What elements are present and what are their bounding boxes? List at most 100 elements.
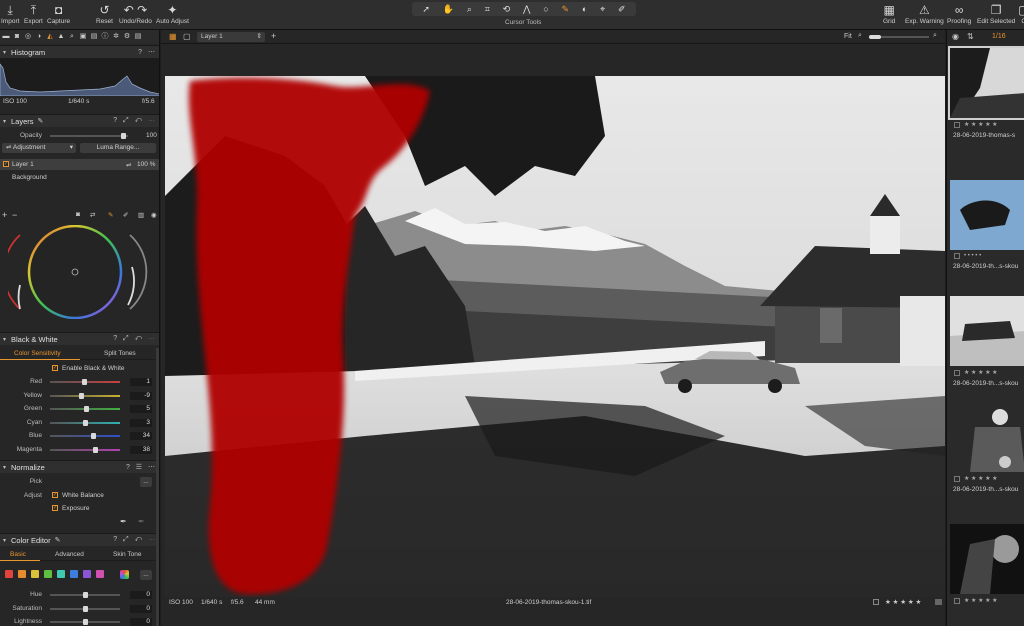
capture-tab-icon[interactable]: ◙ [13, 33, 21, 41]
gradient-icon[interactable]: ▥ [138, 211, 144, 219]
thumbnail-image[interactable] [950, 180, 1024, 250]
bw-slider-value[interactable]: 5 [130, 405, 152, 413]
ce-slider-knob[interactable] [83, 605, 88, 612]
color-tag[interactable] [935, 599, 942, 605]
custom-tab-icon[interactable]: ▤ [134, 33, 142, 41]
apply-icon[interactable]: ✒ [138, 517, 145, 526]
pick-button[interactable]: ... [140, 477, 152, 487]
ce-slider-knob[interactable] [83, 619, 88, 625]
grid-button[interactable]: ▦ Grid [883, 2, 895, 26]
spot-tool-icon[interactable]: ○ [543, 4, 548, 14]
bw-slider-knob[interactable] [84, 406, 90, 412]
color-swatch-2[interactable] [31, 570, 39, 578]
lens-tab-icon[interactable]: ◎ [24, 33, 32, 41]
color-swatch-0[interactable] [5, 570, 13, 578]
picker-tool-icon[interactable]: ⌖ [600, 4, 605, 15]
color-swatch-6[interactable] [83, 570, 91, 578]
thumbnail-image[interactable] [950, 296, 1024, 366]
thumbnail-rating[interactable]: ★ ★ ★ ★ ★ [964, 121, 998, 128]
swap-icon[interactable]: ⇄ [90, 211, 95, 219]
color-editor-header[interactable]: ▾ Color Editor ✎ ? ⤢ ↶ ⋯ [0, 533, 159, 546]
reset-button[interactable]: ↺ Reset [96, 2, 113, 26]
capture-button[interactable]: ◘ Capture [47, 2, 70, 26]
details-tab-icon[interactable]: ⌕ [68, 33, 76, 41]
bw-slider-knob[interactable] [78, 392, 84, 399]
bw-slider-knob[interactable] [92, 446, 98, 453]
section-controls[interactable]: ? ⤢ ↶ ⋯ [113, 117, 157, 125]
proofing-button[interactable]: ∞ Proofing [947, 2, 971, 26]
bw-slider-value[interactable]: 1 [130, 378, 152, 386]
tab-skin-tone[interactable]: Skin Tone [113, 551, 141, 558]
white-balance-checkbox[interactable]: ✓ [52, 492, 58, 498]
opacity-slider[interactable] [50, 135, 128, 137]
single-view-icon[interactable]: ▢ [183, 32, 191, 41]
undo-redo-button[interactable]: ↶ ↷ Undo/Redo [119, 2, 152, 26]
zoom-icon[interactable]: ⌕ [858, 32, 862, 40]
metadata-tab-icon[interactable]: ⓘ [101, 33, 109, 41]
zoom-slider-knob[interactable] [869, 35, 881, 39]
auto-adjust-button[interactable]: ✦ Auto Adjust [156, 2, 189, 26]
brush-icon[interactable]: ✎ [108, 211, 113, 219]
grid-view-icon[interactable]: ▦ [169, 32, 177, 41]
color-swatch-5[interactable] [70, 570, 78, 578]
remove-layer-icon[interactable]: − [12, 210, 17, 220]
ce-slider-knob[interactable] [83, 592, 88, 598]
section-controls[interactable]: ? ⤢ ↶ ⋯ [113, 335, 157, 343]
bw-slider-value[interactable]: -9 [130, 391, 152, 400]
ce-slider-value[interactable]: 0 [130, 604, 152, 613]
thumbnail-rating[interactable]: ★ ★ ★ ★ ★ [964, 475, 998, 482]
bw-slider-knob[interactable] [81, 379, 87, 385]
adjustment-dropdown[interactable]: ⇌ Adjustment ▾ [2, 143, 76, 153]
eye-icon[interactable]: ◉ [952, 32, 959, 41]
bw-slider-value[interactable]: 34 [130, 432, 152, 440]
add-layer-icon[interactable]: + [2, 210, 7, 220]
eraser-icon[interactable]: ✐ [123, 211, 128, 219]
opacity-value[interactable]: 100 [146, 132, 157, 139]
tab-basic[interactable]: Basic [10, 551, 26, 558]
section-controls[interactable]: ? ⋯ [138, 48, 157, 56]
thumbnail-rating[interactable]: • • • • • [964, 253, 981, 259]
thumbnail-image[interactable] [950, 402, 1024, 472]
output-tab-icon[interactable]: ✲ [112, 33, 120, 41]
local-adjust-tab-icon[interactable]: ▣ [79, 33, 87, 41]
thumbnail-item[interactable]: ★ ★ ★ ★ ★ 28-06-2019-thomas-s [948, 46, 1024, 139]
library-tab-icon[interactable]: ▬ [2, 33, 10, 41]
hand-tool-icon[interactable]: ✋ [443, 4, 454, 15]
rotate-tool-icon[interactable]: ⟲ [503, 4, 511, 15]
bw-header[interactable]: ▾ Black & White ? ⤢ ↶ ⋯ [0, 332, 159, 345]
brush-tool-icon[interactable]: ✎ [561, 4, 569, 15]
pointer-tool-icon[interactable]: ➚ [422, 4, 430, 15]
mask-icon[interactable]: ◙ [76, 211, 80, 218]
main-photo[interactable] [165, 76, 945, 597]
status-rating[interactable]: ★ ★ ★ ★ ★ [885, 598, 921, 606]
background-layer[interactable]: Background [12, 174, 47, 181]
normalize-header[interactable]: ▾ Normalize ? ☰ ⋯ [0, 460, 159, 473]
adjustments-tab-icon[interactable]: ▤ [90, 33, 98, 41]
bw-slider-value[interactable]: 3 [130, 418, 152, 427]
layer1-name[interactable]: Layer 1 [12, 161, 34, 168]
ce-slider-value[interactable]: 0 [130, 591, 152, 599]
color-editor-more-button[interactable]: ... [140, 570, 152, 580]
bw-slider-track[interactable] [50, 435, 120, 437]
import-button[interactable]: ⤓ Import [1, 2, 19, 26]
zoom-in-icon[interactable]: ⌕ [933, 32, 937, 40]
tab-advanced[interactable]: Advanced [55, 551, 84, 558]
radial-icon[interactable]: ◉ [151, 211, 157, 219]
color-swatch-4[interactable] [57, 570, 65, 578]
thumbnail-item[interactable]: ★ ★ ★ ★ ★ 28-06-2019-th...s-skou [950, 402, 1024, 493]
thumbnail-rating[interactable]: ★ ★ ★ ★ ★ [964, 597, 998, 604]
batch-tab-icon[interactable]: ⚙ [123, 33, 131, 41]
add-layer-icon[interactable]: + [271, 31, 276, 41]
enable-bw-checkbox[interactable]: ✓ [52, 365, 58, 371]
zoom-tool-icon[interactable]: ⌕ [467, 4, 472, 15]
exposure-checkbox[interactable]: ✓ [52, 505, 58, 511]
crop-tool-icon[interactable]: ⌗ [485, 4, 490, 15]
opacity-slider-knob[interactable] [121, 133, 126, 139]
thumbnail-checkbox[interactable] [954, 121, 960, 128]
color-swatch-7[interactable] [96, 570, 104, 578]
select-checkbox[interactable] [873, 599, 879, 605]
section-controls[interactable]: ? ⤢ ↶ ⋯ [113, 536, 157, 544]
edit-overflow-button[interactable]: ▢ C [1018, 2, 1024, 26]
thumbnail-checkbox[interactable] [954, 369, 960, 376]
bw-slider-track[interactable] [50, 394, 120, 397]
